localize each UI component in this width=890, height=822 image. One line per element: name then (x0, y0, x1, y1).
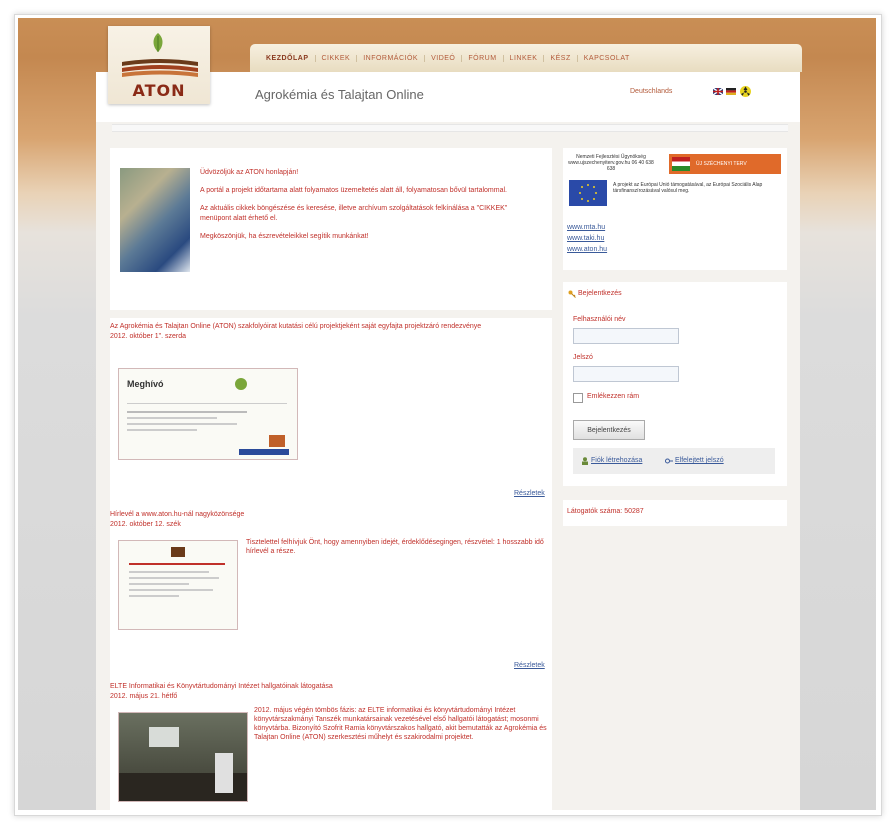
external-link[interactable]: www.aton.hu (567, 246, 607, 253)
welcome-paragraph: A portál a projekt időtartama alatt foly… (200, 187, 507, 194)
register-link[interactable]: Fiók létrehozása (591, 457, 642, 464)
news-item: Hírlevél a www.aton.hu-nál nagyközönsége… (110, 510, 552, 528)
welcome-text: Üdvözöljük az ATON honlapján! A portál a… (200, 168, 540, 250)
soil-stripes-icon (122, 59, 198, 77)
site-title: Agrokémia és Talajtan Online (255, 87, 424, 102)
de-flag-icon[interactable] (726, 88, 736, 95)
news-thumbnail[interactable]: Meghívó (118, 368, 298, 460)
journal-cover-image[interactable] (120, 168, 190, 272)
uk-flag-icon[interactable] (713, 88, 723, 95)
news-title[interactable]: ELTE Informatikai és Könyvtártudományi I… (110, 682, 552, 691)
thumbnail-logo-icon (235, 378, 247, 390)
sponsor-box: Nemzeti Fejlesztési Ügynökség www.ujszec… (563, 148, 787, 270)
nav-item-kezdolap[interactable]: KEZDŐLAP (260, 54, 316, 62)
header-divider (112, 124, 788, 132)
welcome-paragraph: Megköszönjük, ha észrevételeikkel segíti… (200, 233, 369, 240)
remember-label: Emlékezzen rám (587, 393, 640, 400)
news-date: 2012. október 12. szék (110, 521, 181, 528)
login-button[interactable]: Bejelentkezés (573, 420, 645, 440)
site-logo[interactable]: ATON (108, 26, 210, 104)
nav-item-kesz[interactable]: KÉSZ (544, 54, 578, 62)
news-item: Az Agrokémia és Talajtan Online (ATON) s… (110, 322, 552, 340)
welcome-box: Üdvözöljük az ATON honlapján! A portál a… (110, 148, 552, 310)
thumbnail-heading: Meghívó (127, 379, 164, 389)
password-input[interactable] (573, 366, 679, 382)
hungarian-flag-icon (672, 157, 690, 171)
forgot-password-link[interactable]: Elfelejtett jelszó (675, 457, 724, 464)
sponsor-caption: Nemzeti Fejlesztési Ügynökség www.ujszec… (568, 154, 654, 172)
nav-item-linkek[interactable]: LINKEK (504, 54, 545, 62)
news-body: 2012. május végén tömbös fázis: az ELTE … (254, 707, 547, 741)
nav-item-cikkek[interactable]: CIKKEK (316, 54, 358, 62)
news-photo[interactable] (118, 712, 248, 802)
login-heading: Bejelentkezés (578, 290, 622, 297)
welcome-heading: Üdvözöljük az ATON honlapján! (200, 169, 299, 176)
welcome-paragraph: Az aktuális cikkek böngészése és keresés… (200, 205, 508, 222)
nav-item-informaciok[interactable]: INFORMÁCIÓK (357, 54, 426, 62)
logo-text: ATON (132, 81, 186, 100)
login-box: Bejelentkezés Felhasználói név Jelszó Em… (563, 282, 787, 486)
visitor-counter: Látogatók száma: 50287 (567, 508, 644, 515)
account-links-bar: Fiók létrehozása Elfelejtett jelszó (573, 448, 775, 474)
external-link[interactable]: www.mta.hu (567, 224, 605, 231)
key-small-icon (665, 458, 673, 464)
read-more-link[interactable]: Részletek (514, 662, 545, 669)
news-date: 2012. október 1". szerda (110, 333, 187, 340)
eu-flag-icon (569, 180, 607, 206)
news-title[interactable]: Az Agrokémia és Talajtan Online (ATON) s… (110, 322, 546, 331)
news-title[interactable]: Hírlevél a www.aton.hu-nál nagyközönsége (110, 510, 552, 519)
szechenyi-badge[interactable]: ÚJ SZÉCHENYI TERV (669, 154, 781, 174)
badge-label: ÚJ SZÉCHENYI TERV (696, 161, 747, 167)
nav-item-kapcsolat[interactable]: KAPCSOLAT (578, 55, 636, 62)
nav-item-forum[interactable]: FÓRUM (462, 54, 504, 62)
username-label: Felhasználói név (573, 316, 626, 323)
user-add-icon (582, 457, 588, 465)
read-more-link[interactable]: Részletek (514, 490, 545, 497)
leaf-icon (153, 33, 163, 52)
password-label: Jelszó (573, 354, 593, 361)
nav-item-video[interactable]: VIDEÓ (425, 54, 463, 62)
main-navigation: KEZDŐLAP CIKKEK INFORMÁCIÓK VIDEÓ FÓRUM … (250, 44, 802, 72)
news-body: Tisztelettel felhívjuk Önt, hogy amennyi… (246, 539, 544, 555)
eu-support-text: A projekt az Európai Unió támogatásával,… (613, 182, 763, 194)
username-input[interactable] (573, 328, 679, 344)
news-item: ELTE Informatikai és Könyvtártudományi I… (110, 682, 552, 700)
remember-checkbox[interactable] (573, 393, 583, 403)
key-icon (568, 290, 576, 298)
news-thumbnail[interactable] (118, 540, 238, 630)
external-link[interactable]: www.taki.hu (567, 235, 604, 242)
visitor-counter-box: Látogatók száma: 50287 (563, 500, 787, 526)
language-link[interactable]: Deutschlands (630, 88, 672, 95)
news-date: 2012. május 21. hétfő (110, 693, 178, 700)
accessibility-icon[interactable] (740, 86, 751, 97)
